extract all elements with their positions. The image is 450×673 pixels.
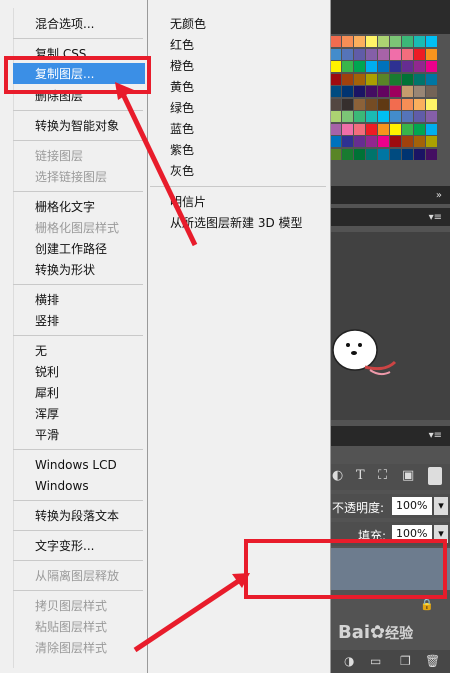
watermark-suffix: 经验 — [385, 626, 414, 642]
baidu-watermark: Bai✿经验 — [338, 622, 413, 643]
arrow-line-right — [133, 577, 242, 653]
paw-logo-icon: ✿ — [370, 622, 386, 643]
arrow-line-up — [119, 90, 198, 247]
watermark-brand: Bai — [338, 622, 371, 643]
annotation-arrows — [115, 82, 250, 653]
